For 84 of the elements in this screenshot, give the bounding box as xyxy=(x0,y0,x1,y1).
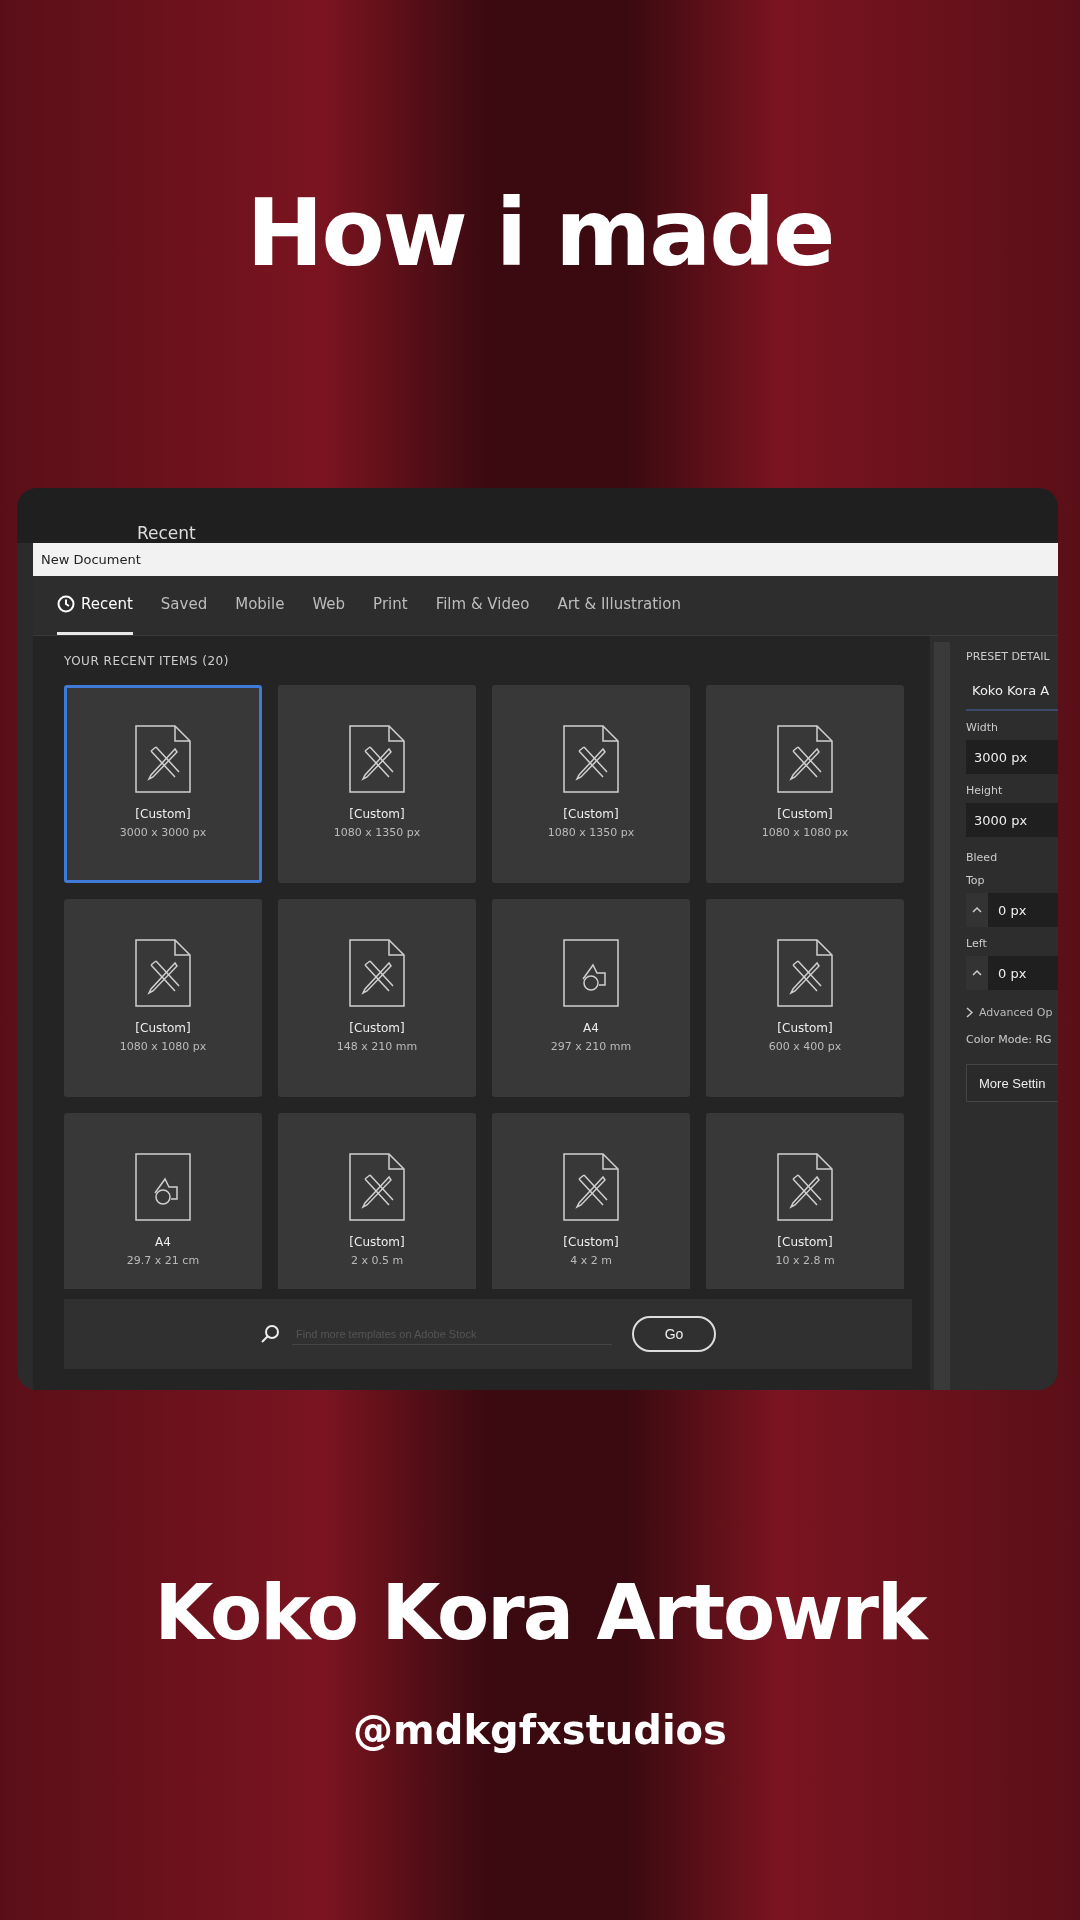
document-pencil-ruler-icon xyxy=(777,1153,833,1221)
field-label: Left xyxy=(966,937,988,950)
dialog-title: New Document xyxy=(41,552,141,567)
preset-name: [Custom] xyxy=(349,1021,405,1035)
preset-size: 1080 x 1080 px xyxy=(119,1040,207,1053)
preset-card[interactable]: [Custom] 3000 x 3000 px xyxy=(64,685,262,883)
preset-card[interactable]: [Custom] 1080 x 1080 px xyxy=(64,899,262,1097)
document-pencil-ruler-icon xyxy=(135,725,191,793)
color-mode-label: Color Mode: RG xyxy=(966,1033,1053,1046)
preset-name-field[interactable]: Koko Kora A xyxy=(966,673,1058,711)
preset-size: 600 x 400 px xyxy=(768,1040,842,1053)
input-field[interactable]: 0 px xyxy=(988,893,1058,927)
preset-size: 2 x 0.5 m xyxy=(350,1254,404,1267)
preset-card[interactable]: [Custom] 10 x 2.8 m xyxy=(706,1113,904,1289)
preset-name: [Custom] xyxy=(563,1235,619,1249)
chevron-right-icon xyxy=(966,1007,973,1018)
input-field[interactable]: 3000 px xyxy=(966,740,1058,774)
preset-name: [Custom] xyxy=(777,807,833,821)
document-pencil-ruler-icon xyxy=(349,1153,405,1221)
document-pencil-ruler-icon xyxy=(777,725,833,793)
field-label: Height xyxy=(966,784,1004,797)
field-label: Width xyxy=(966,721,999,734)
clock-icon xyxy=(57,595,75,613)
preset-size: 297 x 210 mm xyxy=(550,1040,632,1053)
preset-card[interactable]: [Custom] 600 x 400 px xyxy=(706,899,904,1097)
section-heading: PRESET DETAIL xyxy=(966,650,1051,663)
preset-name: [Custom] xyxy=(777,1235,833,1249)
preset-name: [Custom] xyxy=(777,1021,833,1035)
preset-size: 3000 x 3000 px xyxy=(119,826,207,839)
chevron-up-icon xyxy=(972,906,982,914)
tab[interactable]: Art & Illustration xyxy=(557,576,681,635)
preset-card[interactable]: A4 297 x 210 mm xyxy=(492,899,690,1097)
preset-name: A4 xyxy=(155,1235,171,1249)
preset-card[interactable]: [Custom] 1080 x 1350 px xyxy=(278,685,476,883)
input-field[interactable]: 0 px xyxy=(988,956,1058,990)
subtitle: Koko Kora Artowrk xyxy=(154,1568,926,1657)
tab[interactable]: Film & Video xyxy=(435,576,530,635)
document-pencil-ruler-icon xyxy=(563,1153,619,1221)
preset-name: [Custom] xyxy=(349,1235,405,1249)
advanced-options-label: Advanced Op xyxy=(979,1006,1053,1019)
scrollbar[interactable] xyxy=(934,642,950,1390)
preset-card[interactable]: [Custom] 2 x 0.5 m xyxy=(278,1113,476,1289)
stepper-button[interactable] xyxy=(966,893,988,927)
input-field[interactable]: 3000 px xyxy=(966,803,1058,837)
section-heading: YOUR RECENT ITEMS (20) xyxy=(64,654,230,668)
field-label: Top xyxy=(966,874,986,887)
preset-name: [Custom] xyxy=(563,807,619,821)
strip-label: Recent xyxy=(137,523,196,543)
preset-card[interactable]: [Custom] 4 x 2 m xyxy=(492,1113,690,1289)
preset-size: 1080 x 1350 px xyxy=(547,826,635,839)
tab[interactable]: Web xyxy=(312,576,346,635)
search-icon xyxy=(260,1324,280,1344)
handle-text: @mdkgfxstudios xyxy=(353,1707,727,1753)
document-pencil-ruler-icon xyxy=(349,725,405,793)
document-shapes-icon xyxy=(135,1153,191,1221)
preset-name: [Custom] xyxy=(135,1021,191,1035)
preset-card[interactable]: A4 29.7 x 21 cm xyxy=(64,1113,262,1289)
go-button[interactable]: Go xyxy=(632,1316,716,1352)
document-pencil-ruler-icon xyxy=(135,939,191,1007)
preset-size: 29.7 x 21 cm xyxy=(126,1254,200,1267)
preset-card[interactable]: [Custom] 148 x 210 mm xyxy=(278,899,476,1097)
preset-size: 10 x 2.8 m xyxy=(775,1254,835,1267)
document-pencil-ruler-icon xyxy=(563,725,619,793)
preset-size: 4 x 2 m xyxy=(570,1254,612,1267)
document-pencil-ruler-icon xyxy=(777,939,833,1007)
stepper-button[interactable] xyxy=(966,956,988,990)
advanced-options-toggle[interactable]: Advanced Op xyxy=(966,1006,1058,1019)
headline: How i made xyxy=(246,180,834,289)
preset-name: [Custom] xyxy=(135,807,191,821)
preset-name: [Custom] xyxy=(349,807,405,821)
preset-name: A4 xyxy=(583,1021,599,1035)
tab[interactable]: Print xyxy=(373,576,408,635)
preset-card[interactable]: [Custom] 1080 x 1350 px xyxy=(492,685,690,883)
field-label: Bleed xyxy=(966,851,999,864)
chevron-up-icon xyxy=(972,969,982,977)
preset-size: 1080 x 1080 px xyxy=(761,826,849,839)
more-settings-button[interactable]: More Settin xyxy=(966,1064,1058,1102)
preset-size: 1080 x 1350 px xyxy=(333,826,421,839)
tab[interactable]: Saved xyxy=(160,576,208,635)
document-pencil-ruler-icon xyxy=(349,939,405,1007)
preset-card[interactable]: [Custom] 1080 x 1080 px xyxy=(706,685,904,883)
preset-size: 148 x 210 mm xyxy=(336,1040,418,1053)
tab[interactable]: Mobile xyxy=(235,576,285,635)
document-shapes-icon xyxy=(563,939,619,1007)
